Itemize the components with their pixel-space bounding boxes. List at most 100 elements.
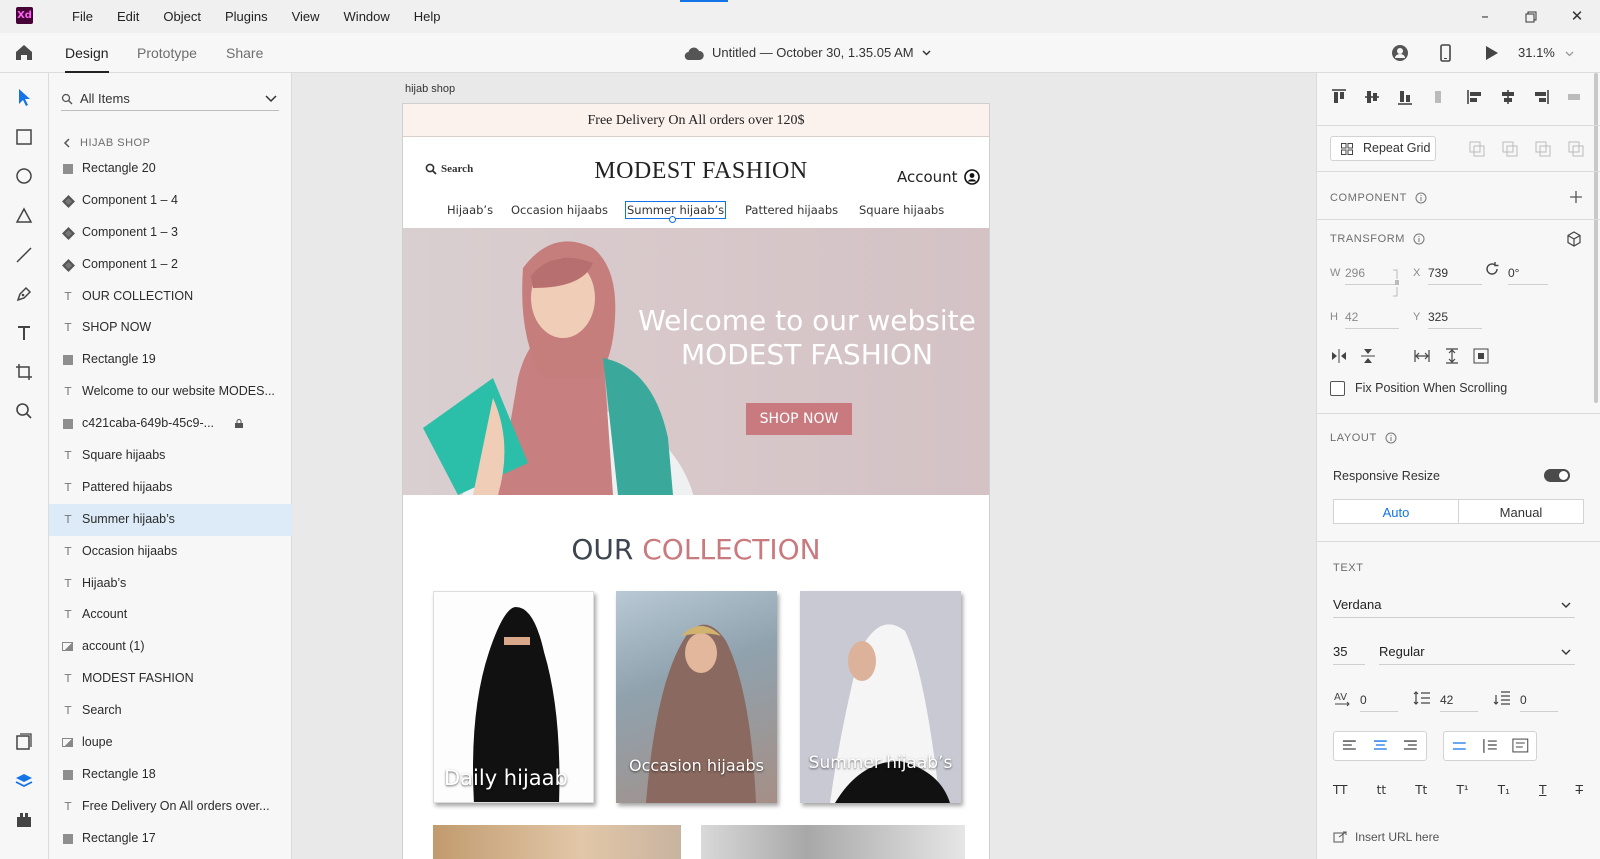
rotation-field[interactable]: 0°: [1508, 266, 1548, 285]
height-field[interactable]: 42: [1345, 310, 1399, 329]
fixed-width-icon[interactable]: [1413, 347, 1431, 365]
rectangle-tool-icon[interactable]: [14, 127, 34, 147]
nav-summer-hijaabs[interactable]: Summer hijaab’s: [624, 201, 727, 219]
pen-tool-icon[interactable]: [14, 284, 34, 304]
layer-row[interactable]: account (1): [49, 631, 292, 663]
layer-row[interactable]: T OUR COLLECTION: [49, 281, 292, 313]
layers-icon[interactable]: [14, 771, 34, 791]
text-align-center-icon[interactable]: [1365, 732, 1396, 760]
fix-position-checkbox[interactable]: [1330, 381, 1345, 396]
share-user-icon[interactable]: [1390, 43, 1410, 63]
layer-row[interactable]: T Account: [49, 599, 292, 631]
flip-horizontal-icon[interactable]: [1330, 347, 1348, 365]
flip-vertical-icon[interactable]: [1359, 347, 1377, 365]
tab-prototype[interactable]: Prototype: [137, 33, 197, 73]
layer-row[interactable]: c421caba-649b-45c9-...: [49, 408, 292, 440]
layer-row[interactable]: T Summer hijaab’s: [49, 503, 292, 536]
fit-content-icon[interactable]: [1472, 347, 1490, 365]
nav-square-hijaabs[interactable]: Square hijaabs: [859, 203, 944, 217]
align-right-icon[interactable]: [1532, 88, 1550, 106]
menu-view[interactable]: View: [280, 0, 332, 33]
align-top-icon[interactable]: [1330, 88, 1348, 106]
layer-row[interactable]: loupe: [49, 727, 292, 759]
layer-row[interactable]: T Free Delivery On All orders over...: [49, 791, 292, 823]
line-spacing-field[interactable]: 42: [1440, 693, 1478, 712]
collection-card[interactable]: Occasion hijaabs: [616, 591, 777, 803]
layer-row[interactable]: T Search: [49, 695, 292, 727]
font-weight-select[interactable]: Regular: [1379, 639, 1575, 665]
inspector-scrollbar[interactable]: [1594, 73, 1598, 403]
canvas[interactable]: hijab shop Free Delivery On All orders o…: [292, 73, 1316, 859]
menu-window[interactable]: Window: [332, 0, 402, 33]
collection-card-row2[interactable]: [433, 825, 681, 859]
menu-file[interactable]: File: [60, 0, 105, 33]
add-component-icon[interactable]: [1569, 190, 1583, 204]
restore-icon[interactable]: [1508, 0, 1554, 33]
layer-row[interactable]: Rectangle 17: [49, 823, 292, 855]
tab-share[interactable]: Share: [226, 33, 263, 73]
lock-aspect-icon[interactable]: [1392, 269, 1400, 297]
collection-card[interactable]: Daily hijaab: [433, 591, 594, 803]
layer-breadcrumb[interactable]: HIJAB SHOP: [63, 137, 150, 149]
text-align-right-icon[interactable]: [1395, 732, 1426, 760]
nav-hijaabs[interactable]: Hijaab’s: [447, 203, 493, 217]
layer-row[interactable]: T SHOP NOW: [49, 312, 292, 344]
document-title[interactable]: Untitled — October 30, 1.35.05 AM: [684, 33, 931, 73]
device-preview-icon[interactable]: [1435, 43, 1455, 63]
align-middle-icon[interactable]: [1363, 88, 1381, 106]
text-align-left-icon[interactable]: [1334, 732, 1365, 760]
layout-auto-button[interactable]: Auto: [1333, 499, 1459, 524]
zoom-level[interactable]: 31.1%: [1518, 33, 1574, 73]
play-icon[interactable]: [1481, 43, 1501, 63]
underline-button[interactable]: T: [1539, 783, 1546, 803]
info-icon[interactable]: [1415, 192, 1427, 204]
collection-card[interactable]: Summer hijaab’s: [800, 591, 961, 803]
nav-occasion-hijaabs[interactable]: Occasion hijaabs: [511, 203, 608, 217]
align-bottom-icon[interactable]: [1396, 88, 1414, 106]
layer-filter[interactable]: All Items: [61, 87, 279, 111]
align-center-icon[interactable]: [1499, 88, 1517, 106]
font-family-select[interactable]: Verdana: [1333, 592, 1575, 618]
strikethrough-button[interactable]: T: [1576, 783, 1583, 803]
3d-transform-icon[interactable]: [1565, 230, 1583, 248]
chevron-left-icon[interactable]: [63, 138, 70, 148]
paragraph-spacing-field[interactable]: 0: [1520, 693, 1558, 712]
hero-banner[interactable]: Welcome to our website MODEST FASHION: [403, 228, 989, 495]
menu-plugins[interactable]: Plugins: [213, 0, 280, 33]
align-left-icon[interactable]: [1466, 88, 1484, 106]
auto-width-text-icon[interactable]: [1444, 732, 1475, 760]
close-icon[interactable]: ✕: [1554, 0, 1600, 33]
site-account[interactable]: Account: [897, 168, 980, 186]
character-spacing-field[interactable]: 0: [1360, 693, 1398, 712]
uppercase-button[interactable]: TT: [1333, 783, 1347, 803]
layer-row[interactable]: T Pattered hijaabs: [49, 472, 292, 504]
x-field[interactable]: 739: [1428, 266, 1482, 285]
artboard[interactable]: Free Delivery On All orders over 120$ Se…: [403, 104, 989, 859]
tab-design[interactable]: Design: [65, 33, 109, 73]
font-size-field[interactable]: 35: [1333, 639, 1365, 665]
layout-manual-button[interactable]: Manual: [1458, 499, 1584, 524]
line-tool-icon[interactable]: [14, 245, 34, 265]
responsive-resize-toggle[interactable]: [1544, 469, 1570, 482]
menu-edit[interactable]: Edit: [105, 0, 151, 33]
subscript-button[interactable]: T₁: [1498, 783, 1510, 803]
delivery-banner[interactable]: Free Delivery On All orders over 120$: [403, 104, 989, 137]
zoom-tool-icon[interactable]: [14, 401, 34, 421]
info-icon[interactable]: [1385, 432, 1397, 444]
collection-title[interactable]: OUR COLLECTION: [403, 533, 989, 566]
layer-row[interactable]: T Square hijaabs: [49, 440, 292, 472]
layer-row[interactable]: Rectangle 20: [49, 153, 292, 185]
layer-row[interactable]: Rectangle 19: [49, 344, 292, 376]
nav-pattered-hijaabs[interactable]: Pattered hijaabs: [745, 203, 838, 217]
assets-icon[interactable]: [14, 732, 34, 752]
select-tool-icon[interactable]: [14, 87, 34, 107]
y-field[interactable]: 325: [1428, 310, 1482, 329]
menu-object[interactable]: Object: [151, 0, 213, 33]
repeat-grid-button[interactable]: Repeat Grid: [1330, 136, 1436, 161]
layer-row[interactable]: T Hijaab’s: [49, 568, 292, 600]
polygon-tool-icon[interactable]: [14, 206, 34, 226]
layer-row[interactable]: T MODEST FASHION: [49, 663, 292, 695]
layer-row[interactable]: Rectangle 18: [49, 759, 292, 791]
selection-handle[interactable]: [669, 216, 676, 223]
collection-card-row2[interactable]: [701, 825, 965, 859]
